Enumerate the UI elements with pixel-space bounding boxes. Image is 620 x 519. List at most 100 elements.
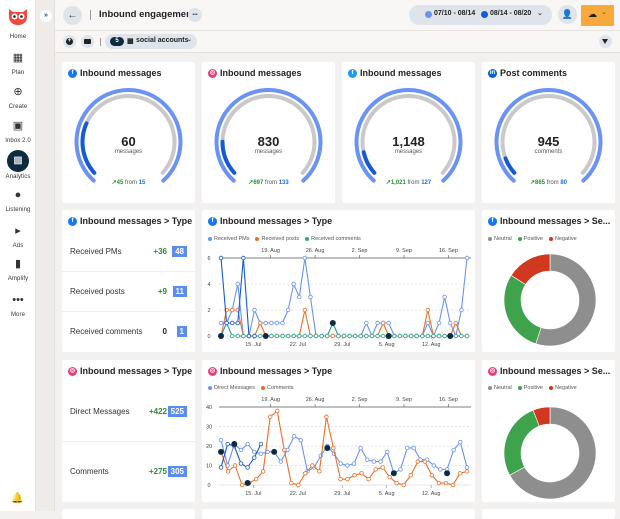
data-point (241, 255, 246, 261)
inbox-icon: ▣ (12, 120, 24, 132)
data-point (308, 333, 313, 339)
sidebar-item-home[interactable]: Home (0, 34, 36, 40)
bell-icon[interactable]: 🔔 (11, 493, 23, 504)
comparison-marker (385, 333, 392, 339)
data-point (394, 480, 399, 486)
data-point (229, 307, 235, 313)
y-tick-label: 4 (207, 282, 210, 288)
data-point (252, 307, 257, 313)
data-point (438, 467, 443, 472)
social-accounts-filter[interactable]: 5 ▩ social accounts ⌄ (105, 34, 197, 49)
filter-button[interactable] (599, 35, 612, 48)
sidebar-item-label: Listening (5, 207, 31, 213)
data-point (302, 307, 308, 313)
data-point (280, 320, 285, 326)
sidebar-item-listening[interactable]: ● Listening (0, 188, 36, 213)
sidebar-item-analytics[interactable]: ▩ Analytics (0, 150, 36, 180)
data-point (282, 447, 287, 453)
owl-logo-icon[interactable] (7, 6, 29, 26)
data-point (241, 333, 246, 339)
sidebar-item-label: More (10, 312, 26, 318)
data-point (298, 437, 303, 443)
previous-value: 127 (421, 180, 432, 186)
data-point (291, 281, 296, 287)
data-point (229, 320, 235, 326)
data-point (422, 459, 428, 464)
data-point (297, 294, 302, 300)
data-point (235, 281, 240, 287)
row-value-badge: 11 (172, 286, 187, 297)
sidebar-item-label: Ads (12, 243, 24, 249)
accounts-count-badge: 5 (110, 37, 124, 46)
share-user-button[interactable]: 👤 (558, 5, 577, 24)
comparison-marker (324, 444, 331, 451)
row-delta: 0 (162, 327, 167, 336)
data-point (232, 463, 238, 468)
data-point (235, 333, 240, 339)
data-point (330, 333, 336, 339)
date-range-2: 08/14 - 08/20 (490, 10, 532, 17)
data-point (218, 255, 224, 261)
data-point (238, 461, 244, 466)
x-bottom-tick-label: 12. Aug (422, 342, 441, 348)
fb-sentiment-donut-chart (503, 253, 597, 347)
data-point (436, 480, 442, 486)
data-point (464, 469, 470, 474)
data-point (291, 333, 296, 339)
data-point (366, 476, 371, 482)
page-more-button[interactable]: ••• (188, 8, 202, 22)
data-point (225, 469, 231, 474)
sidebar-item-plan[interactable]: ▦ Plan (0, 51, 36, 76)
export-button[interactable]: ☁ ⌄ (581, 5, 614, 26)
data-point (425, 320, 431, 326)
comment-button[interactable] (81, 35, 94, 48)
data-point (453, 333, 459, 339)
sidebar-item-create[interactable]: ⊕ Create (0, 85, 36, 110)
sidebar-item-label: Plan (11, 70, 25, 76)
gauge-delta: ↗45 from 15 (62, 179, 195, 186)
add-widget-button[interactable]: + (63, 35, 76, 48)
data-point (404, 445, 410, 451)
data-point (257, 333, 263, 339)
data-point (392, 333, 397, 339)
sidebar-item-ads[interactable]: ▸ Ads (0, 224, 36, 249)
data-point (429, 473, 435, 478)
row-delta: +36 (153, 247, 167, 256)
comparison-marker (390, 470, 397, 477)
data-point (352, 333, 358, 339)
table-row: Received PMs +36 48 (62, 232, 195, 272)
row-label: Received posts (70, 287, 125, 296)
data-point (245, 465, 250, 470)
data-point (345, 476, 350, 482)
x-bottom-tick-label: 15. Jul (245, 491, 261, 497)
data-point (442, 294, 447, 300)
data-point (257, 320, 263, 326)
table-row: Direct Messages +422 525 (62, 382, 195, 442)
back-button[interactable]: ← (63, 6, 82, 25)
data-point (218, 320, 224, 326)
data-point (274, 333, 280, 339)
sidebar-item-more[interactable]: ••• More (0, 293, 36, 318)
card-title-text: Inbound messages > Type (80, 366, 193, 376)
data-point (420, 333, 425, 339)
header-divider (90, 10, 91, 20)
data-point (425, 333, 431, 339)
gauge-delta: ↗697 from 133 (202, 179, 335, 186)
page-header: ← Inbound engagement ••• 07/10 - 08/14 0… (55, 0, 620, 31)
table-row: Received comments 0 1 (62, 312, 195, 352)
data-point (303, 471, 308, 476)
sidebar-item-inbox-2-0[interactable]: ▣ Inbox 2.0 (0, 119, 36, 144)
data-point (275, 408, 280, 414)
expand-sidebar-button[interactable]: » (40, 10, 52, 22)
comparison-marker (231, 441, 238, 448)
series-line-comments (220, 410, 468, 486)
sidebar-item-amplify[interactable]: ▮ Amplify (0, 257, 36, 282)
cloud-upload-icon: ☁ (588, 9, 597, 19)
data-point (252, 333, 257, 339)
data-point (364, 320, 369, 326)
date-range-picker[interactable]: 07/10 - 08/14 08/14 - 08/20 ⌄ (409, 5, 552, 25)
data-point (414, 333, 419, 339)
data-point (397, 333, 403, 339)
data-point (345, 463, 350, 468)
data-point (246, 333, 252, 339)
